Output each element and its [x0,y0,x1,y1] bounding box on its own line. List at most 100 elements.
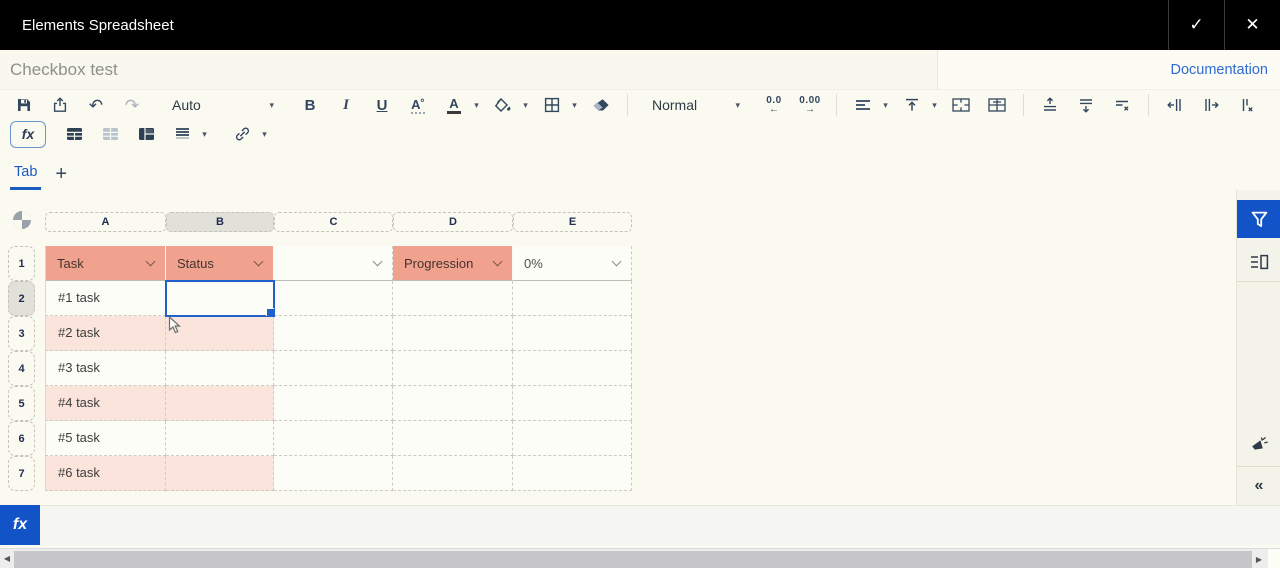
cell-c1-filter[interactable] [274,246,393,281]
cell-e2[interactable] [513,281,632,316]
row-header-1[interactable]: 1 [8,246,35,281]
delete-column-button[interactable] [1232,92,1262,118]
cell-a5[interactable]: #4 task [45,386,166,421]
vertical-align-dropdown[interactable]: ▾ [926,92,940,118]
column-header-c[interactable]: C [274,212,393,232]
cell-d4[interactable] [393,351,513,386]
cell-b5[interactable] [166,386,274,421]
cell-e1-filter[interactable]: 0% [513,246,632,281]
cell-a1-filter[interactable]: Task [45,246,166,281]
table-total-row-button[interactable] [95,121,125,147]
table-first-column-button[interactable] [131,121,161,147]
insert-row-above-button[interactable] [1035,92,1065,118]
decrease-decimal-button[interactable]: 0.0← [759,92,789,118]
formula-bar-button[interactable]: fx [0,505,40,545]
underline-button[interactable]: U [367,92,397,118]
scroll-left-button[interactable]: ◀ [0,549,14,568]
list-panel-button[interactable] [1237,242,1280,282]
save-button[interactable] [9,92,39,118]
filter-dropdown-icon[interactable] [493,256,503,266]
share-button[interactable] [45,92,75,118]
undo-button[interactable]: ↶ [81,92,111,118]
merge-cells-button[interactable] [946,92,976,118]
cell-b4[interactable] [166,351,274,386]
borders-dropdown[interactable]: ▾ [566,92,580,118]
cell-c6[interactable] [274,421,393,456]
row-height-dropdown[interactable]: ▾ [196,121,210,147]
column-header-e[interactable]: E [513,212,632,232]
horizontal-align-button[interactable] [848,92,878,118]
unmerge-cells-button[interactable] [982,92,1012,118]
documentation-link[interactable]: Documentation [1170,62,1268,78]
cell-e5[interactable] [513,386,632,421]
row-header-2[interactable]: 2 [8,281,35,316]
cell-d7[interactable] [393,456,513,491]
italic-button[interactable]: I [331,92,361,118]
row-height-button[interactable] [167,121,197,147]
scroll-right-button[interactable]: ▶ [1252,549,1266,568]
superscript-button[interactable]: A˚ [403,92,433,118]
cell-d1-filter[interactable]: Progression [393,246,513,281]
cell-b6[interactable] [166,421,274,456]
vertical-align-button[interactable] [897,92,927,118]
scrollbar-thumb[interactable] [14,551,1252,568]
insert-column-right-button[interactable] [1196,92,1226,118]
formula-input[interactable] [40,505,1280,545]
cell-d3[interactable] [393,316,513,351]
row-header-4[interactable]: 4 [8,351,35,386]
insert-row-below-button[interactable] [1071,92,1101,118]
bold-button[interactable]: B [295,92,325,118]
formula-toolbar-button[interactable]: fx [10,121,46,148]
cell-a4[interactable]: #3 task [45,351,166,386]
filter-dropdown-icon[interactable] [373,256,383,266]
increase-decimal-button[interactable]: 0.00→ [795,92,825,118]
cell-c4[interactable] [274,351,393,386]
horizontal-align-dropdown[interactable]: ▾ [877,92,891,118]
fill-color-dropdown[interactable]: ▾ [517,92,531,118]
tab-item-active[interactable]: Tab [10,160,41,190]
font-family-select[interactable]: Auto ▾ [164,92,282,118]
cell-e6[interactable] [513,421,632,456]
clear-format-button[interactable] [586,92,616,118]
column-header-d[interactable]: D [393,212,513,232]
column-header-b[interactable]: B [166,212,274,232]
cell-c3[interactable] [274,316,393,351]
cell-e7[interactable] [513,456,632,491]
collapse-sidebar-button[interactable]: « [1237,467,1280,505]
borders-button[interactable] [537,92,567,118]
fill-handle[interactable] [266,308,274,316]
cell-c7[interactable] [274,456,393,491]
cell-d6[interactable] [393,421,513,456]
select-all-button[interactable] [12,210,32,230]
add-tab-button[interactable]: + [41,164,73,190]
font-color-dropdown[interactable]: ▾ [468,92,482,118]
cell-b1-filter[interactable]: Status [166,246,274,281]
document-title-field[interactable]: Checkbox test [0,50,938,89]
table-header-row-button[interactable] [59,121,89,147]
cell-a7[interactable]: #6 task [45,456,166,491]
cell-e4[interactable] [513,351,632,386]
cell-a6[interactable]: #5 task [45,421,166,456]
cell-e3[interactable] [513,316,632,351]
filter-dropdown-icon[interactable] [254,256,264,266]
fill-color-button[interactable] [488,92,518,118]
confirm-button[interactable]: ✓ [1168,0,1224,50]
cell-d2[interactable] [393,281,513,316]
delete-row-button[interactable] [1107,92,1137,118]
cell-a3[interactable]: #2 task [45,316,166,351]
insert-link-dropdown[interactable]: ▾ [256,121,270,147]
filter-dropdown-icon[interactable] [612,256,622,266]
insert-link-button[interactable] [227,121,257,147]
cell-c5[interactable] [274,386,393,421]
cell-c2[interactable] [274,281,393,316]
row-header-3[interactable]: 3 [8,316,35,351]
font-color-button[interactable]: A [439,92,469,118]
insert-column-left-button[interactable] [1160,92,1190,118]
redo-button[interactable]: ↷ [117,92,147,118]
filter-dropdown-icon[interactable] [146,256,156,266]
row-header-7[interactable]: 7 [8,456,35,491]
close-button[interactable]: ✕ [1224,0,1280,50]
filter-toggle-button[interactable] [1237,200,1280,238]
column-header-a[interactable]: A [45,212,166,232]
row-header-6[interactable]: 6 [8,421,35,456]
